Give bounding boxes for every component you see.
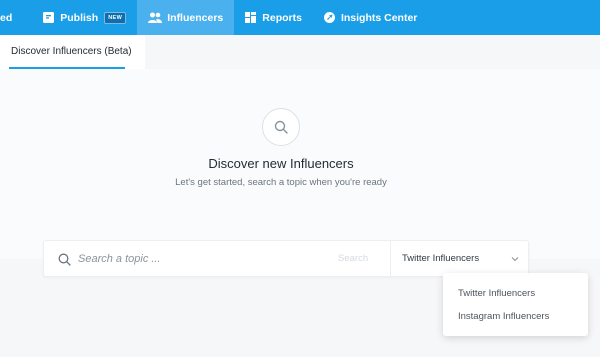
nav-item-label: ed <box>0 11 13 24</box>
nav-item-publish[interactable]: Publish NEW <box>32 0 137 35</box>
dropdown-option-instagram[interactable]: Instagram Influencers <box>458 311 549 322</box>
nav-item-reports[interactable]: Reports <box>234 0 313 35</box>
network-dropdown-menu: Twitter Influencers Instagram Influencer… <box>443 273 588 336</box>
dropdown-option-twitter[interactable]: Twitter Influencers <box>458 288 535 299</box>
nav-item-influencers[interactable]: Influencers <box>137 0 235 35</box>
search-input[interactable] <box>78 249 328 269</box>
network-select[interactable]: Twitter Influencers <box>391 241 529 276</box>
search-icon <box>274 120 288 134</box>
page-subtitle: Let's get started, search a topic when y… <box>175 177 387 188</box>
nav-item-label: Reports <box>262 11 302 24</box>
search-icon <box>58 253 71 266</box>
search-bar: Search Twitter Influencers <box>43 240 529 277</box>
tab-discover-influencers[interactable]: Discover Influencers (Beta) <box>0 35 145 69</box>
nav-item-label: Insights Center <box>340 11 418 24</box>
chevron-down-icon <box>511 255 519 263</box>
nav-item-label: Publish <box>60 11 99 24</box>
insights-icon <box>323 11 336 24</box>
nav-item-truncated[interactable]: ed <box>0 0 32 35</box>
top-nav: ed Publish NEW Influencers Reports Insig… <box>0 0 600 35</box>
nav-item-label: Influencers <box>167 11 224 24</box>
publish-icon <box>43 11 55 24</box>
tab-label: Discover Influencers (Beta) <box>11 46 132 57</box>
page-title: Discover new Influencers <box>208 156 354 171</box>
influencers-icon <box>148 12 163 24</box>
new-badge: NEW <box>104 11 127 24</box>
sub-nav: Discover Influencers (Beta) <box>0 35 145 69</box>
search-illustration <box>262 108 300 146</box>
reports-icon <box>245 11 257 24</box>
network-select-value: Twitter Influencers <box>402 253 480 264</box>
nav-item-insights-center[interactable]: Insights Center <box>313 0 428 35</box>
search-button[interactable]: Search <box>338 253 368 264</box>
